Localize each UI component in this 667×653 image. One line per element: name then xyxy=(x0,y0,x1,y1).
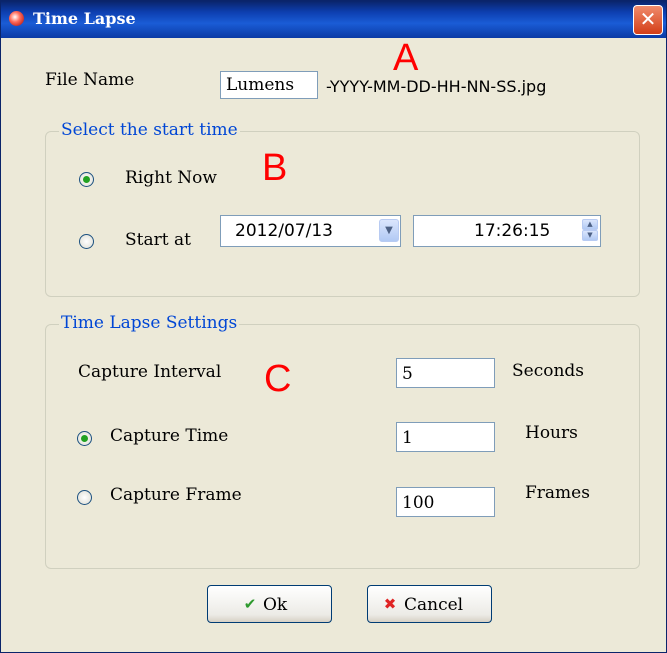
ok-button[interactable]: ✔ Ok xyxy=(207,585,332,623)
start-at-radio[interactable] xyxy=(79,234,94,249)
right-now-radio[interactable] xyxy=(79,172,94,187)
time-lapse-settings-title: Time Lapse Settings xyxy=(59,313,240,333)
spin-down-icon[interactable]: ▼ xyxy=(582,230,598,241)
start-time-spinner[interactable]: 17:26:15 ▲ ▼ xyxy=(413,215,601,247)
capture-time-unit: Hours xyxy=(525,423,578,443)
spin-up-icon[interactable]: ▲ xyxy=(582,219,598,230)
check-icon: ✔ xyxy=(243,595,257,613)
annotation-marker-b: B xyxy=(262,147,288,189)
cross-icon: ✖ xyxy=(383,595,397,613)
capture-interval-label: Capture Interval xyxy=(78,362,222,382)
capture-time-label: Capture Time xyxy=(110,426,229,446)
window-title: Time Lapse xyxy=(33,9,136,28)
annotation-marker-c: C xyxy=(264,358,292,400)
chevron-down-icon[interactable]: ▼ xyxy=(379,219,399,242)
capture-frame-label: Capture Frame xyxy=(110,485,242,505)
title-bar[interactable]: Time Lapse ✕ xyxy=(1,1,666,38)
start-date-picker[interactable]: 2012/07/13 ▼ xyxy=(220,215,401,247)
file-name-suffix: -YYYY-MM-DD-HH-NN-SS.jpg xyxy=(326,77,547,96)
file-name-input[interactable]: Lumens xyxy=(220,71,318,99)
start-time-group xyxy=(45,131,640,297)
close-button[interactable]: ✕ xyxy=(633,5,663,35)
capture-time-input[interactable]: 1 xyxy=(396,422,495,452)
time-spin-buttons[interactable]: ▲ ▼ xyxy=(582,219,598,242)
capture-frame-radio[interactable] xyxy=(77,490,92,505)
cancel-button-label: Cancel xyxy=(404,595,464,615)
capture-frame-input[interactable]: 100 xyxy=(396,487,495,517)
start-at-label: Start at xyxy=(125,230,191,250)
capture-frame-unit: Frames xyxy=(525,483,590,503)
capture-interval-unit: Seconds xyxy=(512,361,585,381)
capture-interval-input[interactable]: 5 xyxy=(396,358,495,388)
camera-icon xyxy=(9,11,24,26)
ok-button-label: Ok xyxy=(263,595,288,615)
capture-time-radio[interactable] xyxy=(77,431,92,446)
start-time-value: 17:26:15 xyxy=(474,221,551,241)
start-date-value: 2012/07/13 xyxy=(235,221,333,241)
start-time-group-title: Select the start time xyxy=(59,120,240,140)
annotation-marker-a: A xyxy=(393,37,419,79)
right-now-label: Right Now xyxy=(125,168,217,188)
file-name-label: File Name xyxy=(45,70,135,90)
time-lapse-dialog: Time Lapse ✕ File Name Lumens -YYYY-MM-D… xyxy=(0,0,667,653)
cancel-button[interactable]: ✖ Cancel xyxy=(367,585,492,623)
